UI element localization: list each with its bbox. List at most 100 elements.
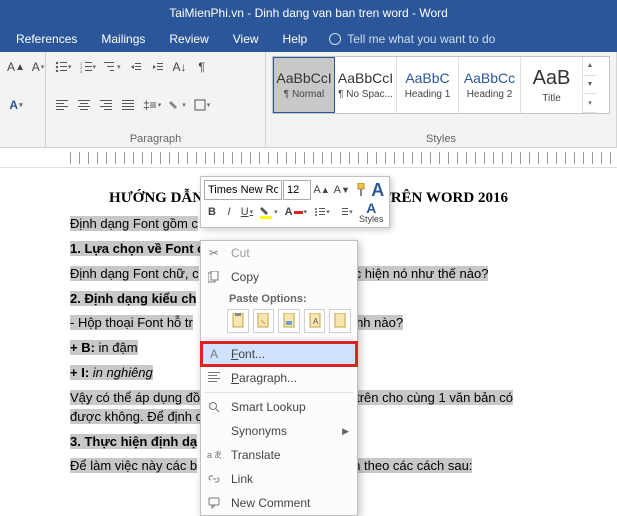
link-icon	[205, 470, 223, 488]
line-spacing-button[interactable]: ‡≡▾	[140, 94, 164, 116]
mini-highlight-button[interactable]: ▾	[257, 202, 281, 222]
text-selected: Định dạng Font chữ, c	[70, 266, 199, 281]
styles-group-label: Styles	[272, 131, 610, 145]
ctx-paste-options-label: Paste Options:	[201, 289, 357, 307]
paste-keep-source-icon[interactable]	[227, 309, 249, 333]
text-selected: 1. Lựa chọn về Font c	[70, 241, 204, 256]
style-title[interactable]: AaBTitle	[521, 57, 583, 113]
gallery-more-icon[interactable]: ▾	[583, 94, 597, 113]
ctx-synonyms[interactable]: Synonyms▶	[201, 419, 357, 443]
ctx-paragraph[interactable]: Paragraph...	[201, 366, 357, 390]
align-left-button[interactable]	[52, 94, 72, 116]
svg-text:あ: あ	[214, 450, 221, 460]
ctx-new-comment[interactable]: New Comment	[201, 491, 357, 515]
paste-picture-icon[interactable]	[278, 309, 300, 333]
font-group-label	[6, 131, 39, 145]
style-normal[interactable]: AaBbCcI¶ Normal	[273, 57, 335, 113]
mini-underline-button[interactable]: U▾	[238, 202, 256, 222]
comment-icon	[205, 494, 223, 512]
paragraph-dialog-icon	[205, 369, 223, 387]
numbering-button[interactable]: 123▾	[77, 56, 100, 78]
ruler[interactable]	[0, 148, 617, 168]
shading-button[interactable]: ▾	[166, 94, 189, 116]
separator	[205, 392, 353, 393]
ribbon-tabs: References Mailings Review View Help Tel…	[0, 26, 617, 52]
decrease-indent-button[interactable]	[126, 56, 146, 78]
text-selected: Để làm việc này các b	[70, 458, 197, 473]
text-selected: 2. Định dạng kiểu ch	[70, 291, 196, 306]
ctx-cut[interactable]: ✂Cut	[201, 241, 357, 265]
text-selected: - Hộp thoại Font hỗ tr	[70, 315, 193, 330]
paste-merge-icon[interactable]	[253, 309, 275, 333]
mini-toolbar: A▲ A▼ A B I U▾ ▾ A▾ ▾ ▾ AStyles	[200, 176, 390, 228]
mini-font-color-button[interactable]: A▾	[282, 202, 310, 222]
mini-italic-button[interactable]: I	[221, 202, 237, 222]
font-dialog-icon: A	[205, 345, 223, 363]
style-heading2[interactable]: AaBbCcHeading 2	[459, 57, 521, 113]
gallery-up-icon[interactable]: ▲	[583, 57, 597, 76]
align-center-button[interactable]	[74, 94, 94, 116]
show-marks-button[interactable]: ¶	[192, 56, 212, 78]
svg-text:2: 2	[80, 65, 83, 70]
mini-styles-label[interactable]: AStyles	[357, 202, 386, 222]
tellme-search[interactable]: Tell me what you want to do	[321, 32, 503, 46]
tab-review[interactable]: Review	[159, 26, 218, 52]
text-selected: + I: in nghiêng	[70, 365, 153, 380]
svg-text:a: a	[207, 450, 212, 460]
styles-gallery[interactable]: AaBbCcI¶ Normal AaBbCcI¶ No Spac... AaBb…	[272, 56, 610, 114]
style-heading1[interactable]: AaBbCHeading 1	[397, 57, 459, 113]
text-selected: Vậy có thể áp dụng đồ	[70, 390, 200, 405]
align-right-button[interactable]	[96, 94, 116, 116]
svg-text:1: 1	[80, 61, 83, 66]
align-justify-button[interactable]	[118, 94, 138, 116]
paste-default-icon[interactable]	[329, 309, 351, 333]
mini-size-input[interactable]	[283, 180, 311, 200]
cut-icon: ✂	[205, 244, 223, 262]
ctx-link[interactable]: Link	[201, 467, 357, 491]
style-nospacing[interactable]: AaBbCcI¶ No Spac...	[335, 57, 397, 113]
text-selected: Định dạng Font gồm c	[70, 216, 198, 231]
tab-mailings[interactable]: Mailings	[91, 26, 155, 52]
ctx-font[interactable]: AFFont...ont...	[201, 342, 357, 366]
increase-indent-button[interactable]	[148, 56, 168, 78]
separator	[205, 339, 353, 340]
mini-format-painter-icon[interactable]	[353, 180, 369, 200]
ctx-translate[interactable]: aあTranslate	[201, 443, 357, 467]
ctx-smart-lookup[interactable]: Smart Lookup	[201, 395, 357, 419]
paragraph-group-label: Paragraph	[52, 131, 259, 145]
gallery-down-icon[interactable]: ▼	[583, 76, 597, 95]
text-selected: c hiện nó như thế nào?	[355, 266, 489, 281]
mini-bold-button[interactable]: B	[204, 202, 220, 222]
mini-numbering-button[interactable]: ▾	[334, 202, 356, 222]
svg-text:A: A	[313, 317, 319, 326]
text-selected: 3. Thực hiện định dạ	[70, 434, 197, 449]
clear-format-icon[interactable]: A▾	[28, 56, 48, 78]
tellme-label: Tell me what you want to do	[347, 32, 495, 46]
ctx-copy[interactable]: Copy	[201, 265, 357, 289]
mini-bullets-button[interactable]: ▾	[311, 202, 333, 222]
sort-button[interactable]: A↓	[170, 56, 190, 78]
tab-help[interactable]: Help	[273, 26, 318, 52]
search-icon	[205, 398, 223, 416]
translate-icon: aあ	[205, 446, 223, 464]
blank-icon	[205, 422, 223, 440]
tab-view[interactable]: View	[223, 26, 269, 52]
ribbon: A▲A▾ A▾ ▾ 123▾ ▾ A↓ ¶ ‡≡▾ ▾ ▾ Paragraph …	[0, 52, 617, 148]
mini-shrink-font-icon[interactable]: A▼	[332, 180, 351, 200]
font-grow-icon[interactable]: A▲	[6, 56, 26, 78]
tab-references[interactable]: References	[6, 26, 87, 52]
mini-styles-icon[interactable]: A	[370, 180, 387, 200]
text-effects-icon[interactable]: A▾	[6, 94, 26, 116]
title-bar: TaiMienPhi.vn - Dinh dang van ban tren w…	[0, 0, 617, 26]
paste-text-only-icon[interactable]: A	[304, 309, 326, 333]
multilevel-button[interactable]: ▾	[101, 56, 124, 78]
mini-grow-font-icon[interactable]: A▲	[312, 180, 331, 200]
text-selected: + B: in đậm	[70, 340, 138, 355]
context-menu: ✂Cut Copy Paste Options: A AFFont...ont.…	[200, 240, 358, 516]
gallery-scroll[interactable]: ▲▼▾	[583, 57, 597, 113]
copy-icon	[205, 268, 223, 286]
borders-button[interactable]: ▾	[191, 94, 214, 116]
mini-font-input[interactable]	[204, 180, 282, 200]
bullets-button[interactable]: ▾	[52, 56, 75, 78]
chevron-right-icon: ▶	[342, 426, 349, 437]
